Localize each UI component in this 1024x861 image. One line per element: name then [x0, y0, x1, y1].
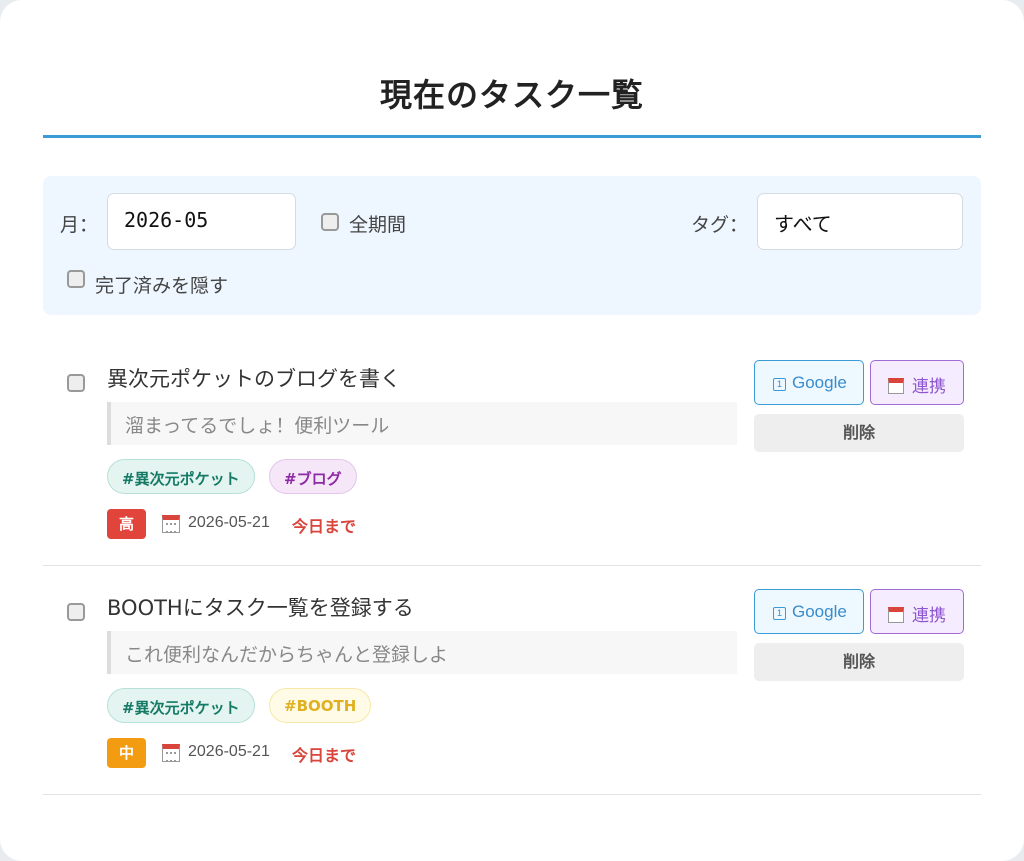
due-status: 今日まで [292, 746, 357, 765]
link-button-label: 連携 [912, 377, 946, 397]
task-tag[interactable]: #異次元ポケット [107, 688, 255, 723]
hide-completed-label[interactable]: 完了済みを隠す [95, 271, 228, 298]
calendar-icon [888, 378, 904, 394]
calendar-1-icon: 1 [773, 378, 786, 391]
task-item: BOOTHにタスク一覧を登録する これ便利なんだからちゃんと登録しよ #異次元ポ… [43, 566, 981, 795]
link-button[interactable]: 連携 [870, 360, 964, 405]
task-title: BOOTHにタスク一覧を登録する [107, 596, 414, 620]
calendar-icon [162, 744, 180, 762]
delete-button[interactable]: 削除 [754, 643, 964, 681]
task-tag[interactable]: #BOOTH [269, 688, 372, 723]
task-tag[interactable]: #ブログ [269, 459, 357, 494]
task-complete-checkbox[interactable] [67, 374, 85, 392]
google-button-label: Google [792, 602, 847, 621]
task-complete-checkbox[interactable] [67, 603, 85, 621]
all-period-label[interactable]: 全期間 [349, 210, 406, 237]
task-description: これ便利なんだからちゃんと登録しよ [107, 631, 737, 674]
google-button-label: Google [792, 373, 847, 392]
task-item: 異次元ポケットのブログを書く 溜まってるでしょ！便利ツール #異次元ポケット #… [43, 337, 981, 566]
link-button-label: 連携 [912, 606, 946, 626]
task-list-card: 現在のタスク一覧 月： 2026-05 全期間 タグ： すべて 完了済みを隠す … [0, 0, 1024, 861]
hide-completed-checkbox[interactable] [67, 270, 85, 288]
tag-label: タグ： [691, 214, 749, 236]
all-period-checkbox[interactable] [321, 213, 339, 231]
google-calendar-button[interactable]: 1 Google [754, 360, 864, 405]
task-title: 異次元ポケットのブログを書く [107, 367, 401, 391]
priority-badge: 中 [107, 738, 146, 768]
month-input[interactable]: 2026-05 [107, 193, 296, 250]
due-date: 2026-05-21 [188, 514, 270, 531]
filter-panel: 月： 2026-05 全期間 タグ： すべて 完了済みを隠す [43, 176, 981, 315]
tag-select[interactable]: すべて [757, 193, 963, 250]
calendar-icon [888, 607, 904, 623]
calendar-icon [162, 515, 180, 533]
task-description: 溜まってるでしょ！便利ツール [107, 402, 737, 445]
due-date: 2026-05-21 [188, 743, 270, 760]
google-calendar-button[interactable]: 1 Google [754, 589, 864, 634]
priority-badge: 高 [107, 509, 146, 539]
due-status: 今日まで [292, 517, 357, 536]
delete-button[interactable]: 削除 [754, 414, 964, 452]
month-label: 月： [60, 214, 99, 236]
link-button[interactable]: 連携 [870, 589, 964, 634]
task-tag[interactable]: #異次元ポケット [107, 459, 255, 494]
calendar-1-icon: 1 [773, 607, 786, 620]
title-divider [43, 135, 981, 138]
page-title: 現在のタスク一覧 [379, 76, 644, 114]
